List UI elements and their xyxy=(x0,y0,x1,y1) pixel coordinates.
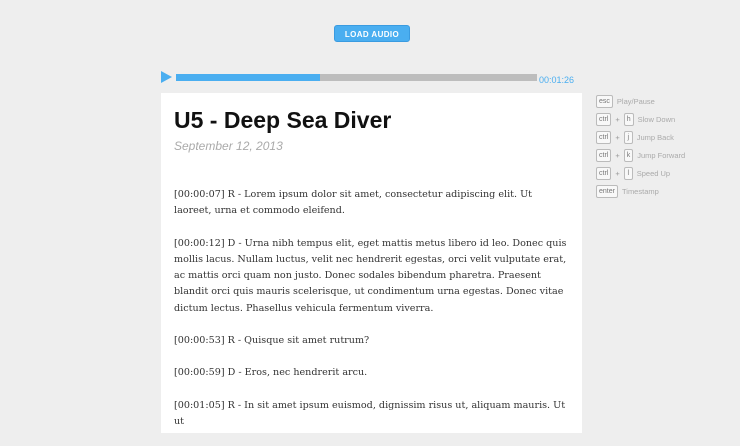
shortcut-label: Jump Forward xyxy=(637,150,686,160)
transcript-document: U5 - Deep Sea Diver September 12, 2013 [… xyxy=(161,93,582,433)
shortcut-jump-forward: ctrl + k Jump Forward xyxy=(596,148,686,162)
transcript-paragraph: [00:00:07] R - Lorem ipsum dolor sit ame… xyxy=(174,189,533,217)
playback-time: 00:01:26 xyxy=(539,75,575,85)
shortcut-timestamp: enter Timestamp xyxy=(596,184,685,198)
keycap: k xyxy=(623,148,634,162)
keycap: ctrl xyxy=(596,148,612,162)
document-date: September 12, 2013 xyxy=(174,139,283,153)
play-icon[interactable] xyxy=(161,71,172,83)
shortcut-label: Speed Up xyxy=(636,168,671,178)
shortcut-label: Slow Down xyxy=(637,114,676,124)
transcript-paragraph: [00:00:59] D - Eros, nec hendrerit arcu. xyxy=(174,367,368,379)
plus-icon: + xyxy=(615,150,620,160)
keycap: ctrl xyxy=(596,166,612,180)
keycap: ctrl xyxy=(596,112,612,126)
keyboard-shortcuts: esc Play/Pause ctrl + h Slow Down ctrl +… xyxy=(596,94,686,203)
transcript-text[interactable]: [00:00:07] R - Lorem ipsum dolor sit ame… xyxy=(174,187,572,446)
shortcut-label: Timestamp xyxy=(621,186,659,196)
keycap: h xyxy=(623,112,634,126)
shortcut-slow-down: ctrl + h Slow Down xyxy=(596,112,685,126)
plus-icon: + xyxy=(615,114,620,124)
audio-progress-bar[interactable] xyxy=(176,74,537,81)
plus-icon: + xyxy=(615,168,620,178)
load-audio-button[interactable]: LOAD AUDIO xyxy=(334,25,410,42)
page-title: U5 - Deep Sea Diver xyxy=(174,107,392,133)
shortcut-play-pause: esc Play/Pause xyxy=(596,94,685,108)
keycap: ctrl xyxy=(596,130,612,144)
keycap: enter xyxy=(596,184,618,198)
keycap: l xyxy=(623,166,633,180)
audio-progress-fill xyxy=(176,74,321,81)
plus-icon: + xyxy=(615,132,620,142)
shortcut-label: Play/Pause xyxy=(616,96,655,106)
shortcut-jump-back: ctrl + j Jump Back xyxy=(596,130,685,144)
keycap: j xyxy=(623,130,633,144)
keycap: esc xyxy=(596,94,613,108)
transcript-paragraph: [00:01:05] R - In sit amet ipsum euismod… xyxy=(174,399,566,427)
transcript-paragraph: [00:00:12] D - Urna nibh tempus elit, eg… xyxy=(174,237,567,314)
shortcut-label: Jump Back xyxy=(636,132,674,142)
shortcut-speed-up: ctrl + l Speed Up xyxy=(596,166,685,180)
transcript-paragraph: [00:00:53] R - Quisque sit amet rutrum? xyxy=(174,335,370,347)
